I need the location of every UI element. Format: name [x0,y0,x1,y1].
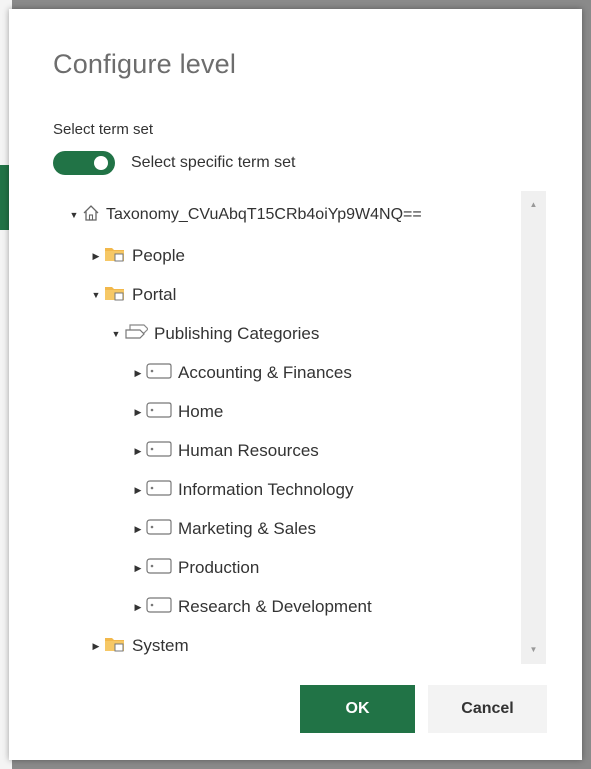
tree-label-people: People [132,246,185,265]
toggle-row: Select specific term set [53,151,296,175]
caret-right-icon[interactable]: ▶ [133,602,143,612]
caret-right-icon[interactable]: ▶ [133,563,143,573]
tree-label-term: Home [178,402,224,421]
caret-right-icon[interactable]: ▶ [91,251,101,261]
tree-node-term[interactable]: ▶ Marketing & Sales [133,516,316,542]
tree-scrollbar[interactable]: ▲ ▼ [521,191,546,664]
configure-level-dialog: Configure level Select term set Select s… [9,9,582,760]
toggle-label: Select specific term set [131,154,296,171]
tree-node-portal[interactable]: ▼ Portal [91,282,177,308]
caret-right-icon[interactable]: ▶ [133,524,143,534]
tree-label-term: Human Resources [178,441,319,460]
caret-right-icon[interactable]: ▶ [133,485,143,495]
caret-down-icon[interactable]: ▼ [91,290,101,300]
tree-label-root: Taxonomy_CVuAbqT15CRb4oiYp9W4NQ== [106,206,422,223]
tree-node-term[interactable]: ▶ Information Technology [133,477,353,503]
scroll-down-icon[interactable]: ▼ [521,640,546,660]
tree-node-term[interactable]: ▶ Production [133,555,259,581]
caret-right-icon[interactable]: ▶ [133,446,143,456]
tag-icon [146,401,172,423]
caret-down-icon[interactable]: ▼ [69,210,79,220]
scroll-up-icon[interactable]: ▲ [521,195,546,215]
cancel-button[interactable]: Cancel [428,685,547,733]
tree-node-term[interactable]: ▶ Research & Development [133,594,372,620]
caret-right-icon[interactable]: ▶ [133,368,143,378]
folder-icon [104,635,126,658]
dialog-title: Configure level [53,49,237,79]
tree-label-term: Marketing & Sales [178,519,316,538]
term-tree: ▼ Taxonomy_CVuAbqT15CRb4oiYp9W4NQ== ▶ Pe… [53,192,549,663]
tree-label-portal: Portal [132,285,177,304]
term-set-icon [124,322,149,347]
tree-node-term[interactable]: ▶ Home [133,399,223,425]
tag-icon [146,479,172,501]
tree-label-publishing-categories: Publishing Categories [154,324,320,343]
tree-node-root[interactable]: ▼ Taxonomy_CVuAbqT15CRb4oiYp9W4NQ== [69,202,422,228]
tree-label-system: System [132,636,189,655]
tag-icon [146,362,172,384]
toggle-knob [94,156,108,170]
tree-label-term: Production [178,558,260,577]
tree-node-people[interactable]: ▶ People [91,243,185,269]
tag-icon [146,518,172,540]
caret-right-icon[interactable]: ▶ [91,641,101,651]
tree-node-term[interactable]: ▶ Accounting & Finances [133,360,352,386]
tag-icon [146,440,172,462]
select-term-set-label: Select term set [53,121,154,138]
tree-label-term: Information Technology [178,480,354,499]
folder-icon [104,245,126,268]
tree-node-term[interactable]: ▶ Human Resources [133,438,319,464]
ok-button[interactable]: OK [300,685,415,733]
caret-right-icon[interactable]: ▶ [133,407,143,417]
folder-icon [104,284,126,307]
tree-label-term: Accounting & Finances [178,363,352,382]
tree-node-publishing-categories[interactable]: ▼ Publishing Categories [111,321,319,347]
tree-label-term: Research & Development [178,597,372,616]
tree-node-system[interactable]: ▶ System [91,633,189,659]
tag-icon [146,596,172,618]
specific-term-set-toggle[interactable] [53,151,115,175]
caret-down-icon[interactable]: ▼ [111,329,121,339]
tag-icon [146,557,172,579]
home-icon [82,204,100,227]
